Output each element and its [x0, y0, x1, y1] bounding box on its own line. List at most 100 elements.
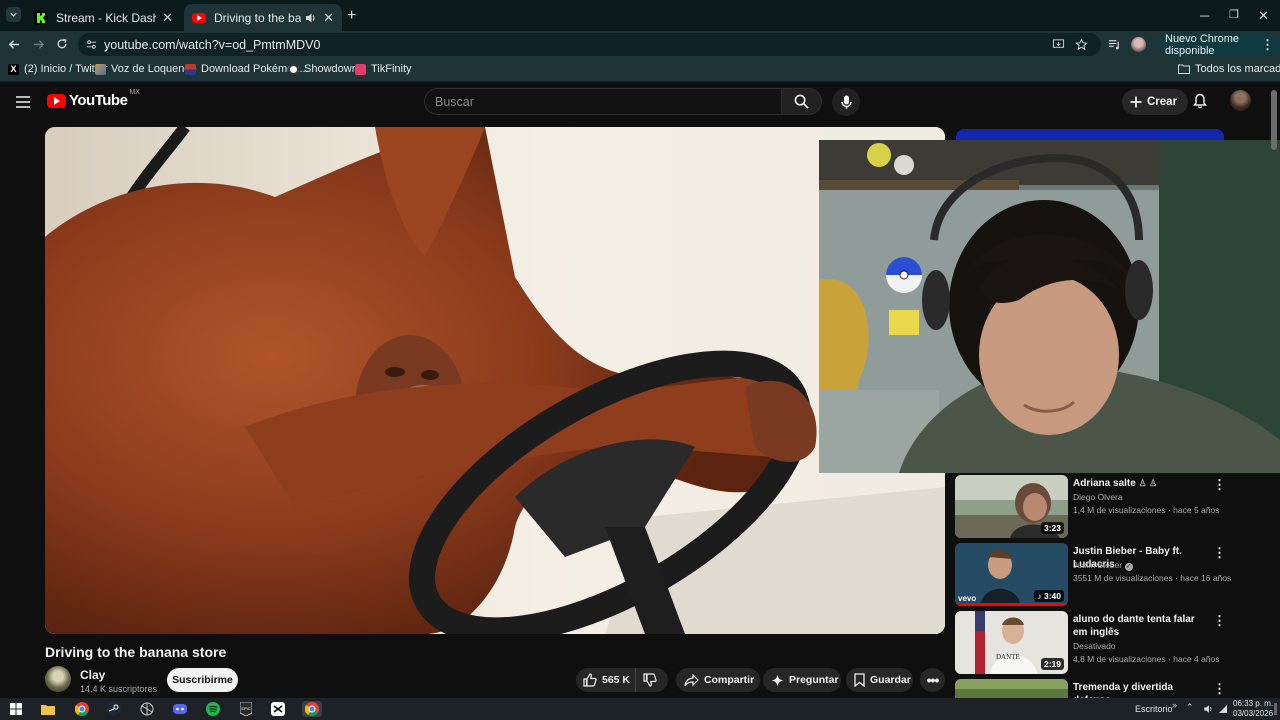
tab-search-button[interactable]	[6, 7, 21, 22]
sparkle-icon	[771, 673, 784, 687]
tab-kick-dashboard[interactable]: Stream - Kick Dashboard ✕	[26, 4, 181, 31]
vevo-badge: vevo	[958, 594, 977, 603]
video-thumbnail[interactable]: 3:23	[955, 475, 1068, 538]
more-vert-icon[interactable]: ⋮	[1213, 613, 1226, 629]
more-horizontal-icon: •••	[926, 672, 940, 688]
recommendation-item[interactable]: DANTE 2:19 aluno do dante tenta falar em…	[955, 611, 1280, 674]
desktop-toolbar-label[interactable]: Escritorio	[1135, 704, 1173, 714]
close-tab-icon[interactable]: ✕	[323, 10, 334, 26]
channel-avatar[interactable]	[45, 666, 71, 692]
video-title: Driving to the banana store	[45, 644, 227, 660]
like-button[interactable]: 565 K	[576, 668, 636, 692]
subscriber-count: 14,4 K suscriptores	[80, 684, 158, 694]
country-code: MX	[129, 89, 140, 96]
app-icon[interactable]	[139, 701, 155, 717]
video-duration: 2:19	[1040, 658, 1064, 670]
more-menu-icon[interactable]: ⋮	[1261, 37, 1274, 53]
all-bookmarks-button[interactable]: Todos los marcadores	[1178, 63, 1280, 75]
back-arrow-icon[interactable]	[8, 38, 21, 51]
page-scrollbar[interactable]	[1271, 90, 1277, 150]
reload-icon[interactable]	[56, 38, 68, 50]
recommendation-channel[interactable]: Desativado	[1073, 641, 1116, 651]
capcut-icon[interactable]	[270, 701, 286, 717]
forward-arrow-icon[interactable]	[32, 38, 45, 51]
create-button[interactable]: Crear	[1122, 89, 1189, 115]
logo-wordmark: YouTube	[69, 92, 128, 109]
media-control-icon[interactable]	[1108, 38, 1121, 51]
epic-games-icon[interactable]: EPIC	[238, 701, 254, 717]
bookmark-loquendo[interactable]: Voz de Loquendo	[95, 63, 197, 75]
profile-avatar[interactable]	[1131, 37, 1146, 52]
site-info-icon[interactable]	[86, 39, 97, 50]
verified-icon: ✓	[1124, 563, 1133, 571]
voice-search-button[interactable]	[832, 88, 860, 116]
chrome-active-icon[interactable]	[302, 701, 322, 717]
chevron-double-icon[interactable]: »	[1172, 700, 1177, 710]
subscribe-button[interactable]: Suscribirme	[167, 668, 238, 692]
bookmark-twitter[interactable]: X (2) Inicio / Twitter	[8, 63, 108, 75]
discord-icon[interactable]	[172, 701, 188, 717]
star-bookmark-icon[interactable]	[1075, 38, 1088, 51]
steam-icon[interactable]	[106, 701, 122, 717]
file-explorer-icon[interactable]	[40, 701, 56, 717]
restore-window-button[interactable]: ❐	[1229, 8, 1239, 21]
minimize-window-button[interactable]: ─	[1200, 8, 1209, 23]
x-logo-icon: X	[8, 63, 19, 75]
pokeball-icon	[288, 63, 299, 75]
account-avatar[interactable]	[1230, 90, 1251, 111]
system-clock[interactable]: 06:33 p. m. 03/03/2026	[1233, 699, 1273, 719]
share-label: Compartir	[704, 674, 755, 686]
video-thumbnail[interactable]	[955, 679, 1068, 698]
recommendation-item[interactable]: vevo ♪ 3:40 Justin Bieber - Baby ft. Lud…	[955, 543, 1280, 606]
recommendation-meta: 4,8 M de visualizaciones · hace 4 años	[1073, 654, 1220, 664]
video-player[interactable]	[45, 127, 945, 634]
more-actions-button[interactable]: •••	[920, 668, 945, 692]
search-button[interactable]	[781, 88, 822, 115]
show-desktop-button[interactable]	[1274, 703, 1277, 715]
channel-name[interactable]: Clay	[80, 668, 105, 682]
more-vert-icon[interactable]: ⋮	[1213, 477, 1226, 493]
recommendation-title: aluno do dante tenta falar em inglês	[1073, 614, 1195, 638]
speaker-icon[interactable]	[305, 12, 317, 24]
chrome-icon[interactable]	[74, 701, 90, 717]
new-tab-button[interactable]: +	[347, 7, 356, 25]
more-vert-icon[interactable]: ⋮	[1213, 681, 1226, 697]
bookmarks-bar: X (2) Inicio / Twitter Voz de Loquendo D…	[0, 58, 1280, 82]
recommendation-channel[interactable]: Justin Bieber ✓	[1073, 560, 1133, 571]
video-thumbnail[interactable]: DANTE 2:19	[955, 611, 1068, 674]
ask-ai-button[interactable]: Preguntar	[763, 668, 841, 692]
tab-title: Stream - Kick Dashboard	[56, 10, 157, 25]
save-button[interactable]: Guardar	[846, 668, 913, 692]
youtube-logo[interactable]: YouTube MX	[47, 89, 140, 109]
more-vert-icon[interactable]: ⋮	[1213, 545, 1226, 561]
bookmark-label: Todos los marcadores	[1195, 63, 1280, 75]
windows-start-icon[interactable]	[8, 701, 24, 717]
video-duration: ♪ 3:40	[1034, 590, 1064, 602]
chevron-down-icon	[10, 12, 17, 17]
recommendation-meta: 1,4 M de visualizaciones · hace 5 años	[1073, 505, 1220, 515]
tab-youtube-video[interactable]: Driving to the banana store ✕	[184, 4, 342, 31]
address-bar[interactable]: youtube.com/watch?v=od_PmtmMDV0	[78, 33, 1101, 56]
bookmark-showdown[interactable]: Showdown!	[288, 63, 361, 75]
notifications-bell-icon[interactable]	[1193, 93, 1207, 109]
share-button[interactable]: Compartir	[676, 668, 760, 692]
video-thumbnail[interactable]: vevo ♪ 3:40	[955, 543, 1068, 606]
network-icon[interactable]	[1218, 704, 1228, 714]
speaker-tray-icon[interactable]	[1203, 704, 1214, 714]
bookmark-label: TikFinity	[371, 63, 412, 75]
close-window-button[interactable]: ✕	[1258, 8, 1269, 24]
recommendation-item[interactable]: 3:23 Adriana salte ♙ ♙ Diego Olvera 1,4 …	[955, 475, 1280, 538]
bookmark-tikfinity[interactable]: TikFinity	[355, 63, 412, 75]
install-app-icon[interactable]	[1052, 38, 1065, 51]
close-tab-icon[interactable]: ✕	[162, 10, 173, 26]
like-dislike-group: 565 K	[576, 668, 668, 692]
chevron-up-icon[interactable]: ⌃	[1186, 702, 1194, 713]
youtube-header: YouTube MX Buscar Crear	[0, 82, 1280, 122]
dislike-button[interactable]	[636, 673, 668, 687]
search-input[interactable]: Buscar	[424, 88, 782, 115]
recommendation-item[interactable]: Tremenda y divertida defensa ⋮	[955, 679, 1280, 698]
hamburger-menu-icon[interactable]	[16, 96, 30, 108]
bookmark-label: Voz de Loquendo	[111, 63, 197, 75]
recommendation-channel[interactable]: Diego Olvera	[1073, 492, 1123, 502]
spotify-icon[interactable]	[205, 701, 221, 717]
